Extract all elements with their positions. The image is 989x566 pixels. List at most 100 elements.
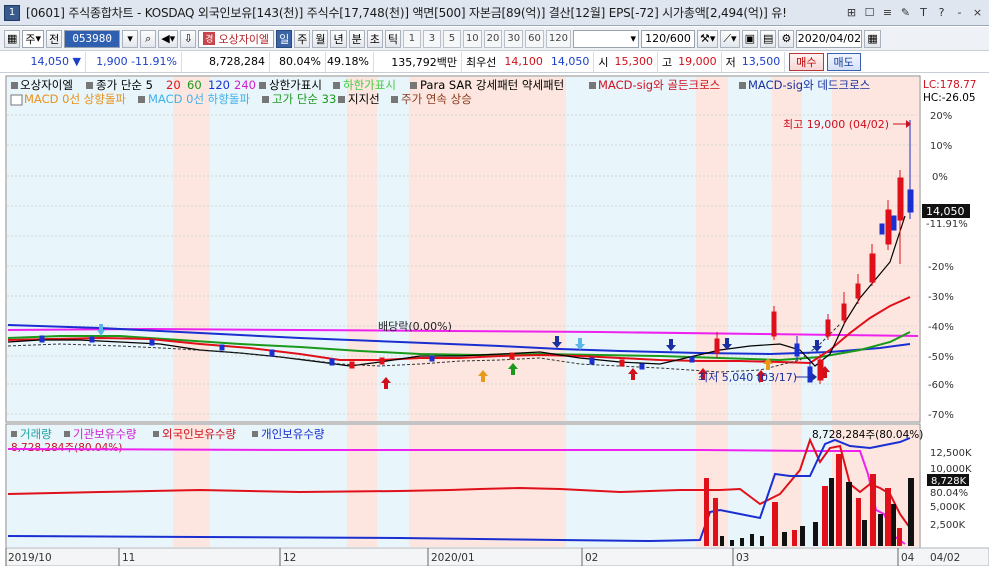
stock-name-field[interactable]: 경 오상자이엘 [198, 29, 275, 48]
legend-marker [64, 431, 70, 437]
interval-20[interactable]: 20 [483, 29, 503, 48]
top-legend-row2: MACD 0선 상향돌파 MACD 0선 하향돌파 고가 단순 33 지지선 주… [10, 92, 472, 106]
current-price-label: 14,050 [926, 205, 965, 218]
layout-icon[interactable]: ⊞ [844, 4, 859, 20]
x-label: 2019/10 [8, 552, 52, 564]
volume-pct: 80.04% [270, 51, 326, 72]
count-value: 120 [645, 32, 667, 45]
price-info-row: 14,050 ▼ 1,900 -11.91% 8,728,284 80.04% … [0, 51, 989, 73]
axis-tick: -30% [928, 292, 954, 303]
count-field[interactable]: 120/600 [640, 29, 695, 48]
close-icon[interactable]: × [970, 4, 985, 20]
turnover-pct: 49.18% [326, 51, 374, 72]
interval-120[interactable]: 120 [545, 29, 571, 48]
down-arrow-icon: ▼ [72, 55, 81, 68]
tool-icon[interactable]: ⚒▾ [696, 29, 719, 48]
code-dropdown-icon[interactable]: ▾ [122, 29, 139, 48]
legend-individual[interactable]: 개인보유수량 [261, 427, 325, 441]
legend-institution[interactable]: 기관보유수량 [73, 427, 137, 441]
legend-marker [11, 431, 17, 437]
period-month[interactable]: 월 [312, 29, 329, 48]
price-value: 14,050 [30, 55, 70, 68]
buy-button[interactable]: 매수 [789, 52, 824, 71]
legend-volume[interactable]: 거래량 [20, 427, 52, 441]
down-arrow-icon[interactable]: ⇩ [180, 29, 197, 48]
legend-marker [739, 82, 746, 89]
text-icon[interactable]: T [916, 4, 931, 20]
legend-para-sar[interactable]: Para SAR 강세패턴 약세패턴 [420, 78, 564, 92]
calendar-icon[interactable]: ▦ [864, 29, 881, 48]
interval-60[interactable]: 60 [525, 29, 544, 48]
legend-stock[interactable]: 오상자이엘 [20, 78, 73, 92]
interval-30[interactable]: 30 [504, 29, 524, 48]
interval-1[interactable]: 1 [402, 29, 421, 48]
warning-badge: 경 [203, 32, 216, 45]
legend-lower-limit[interactable]: 하한가표시 [343, 78, 396, 92]
axis-tick: -40% [928, 322, 954, 333]
legend-macd-golden[interactable]: MACD-sig와 골든크로스 [598, 78, 720, 92]
legend-consecutive-rise[interactable]: 주가 연속 상승 [401, 92, 472, 106]
vol-tick: 10,000K [930, 464, 972, 475]
legend-marker [259, 82, 266, 89]
period-year[interactable]: 년 [330, 29, 347, 48]
pen-icon[interactable]: ✎ [898, 4, 913, 20]
best-ask: 14,100 [504, 55, 543, 68]
interval-dropdown[interactable]: ▾ [572, 29, 639, 48]
interval-10[interactable]: 10 [462, 29, 482, 48]
legend-ma-20[interactable]: 20 [166, 78, 181, 92]
period-tick[interactable]: 틱 [384, 29, 401, 48]
x-label: 12 [283, 552, 296, 564]
prev-button[interactable]: 전 [46, 29, 63, 48]
x-label: 03 [736, 552, 749, 564]
x-label: 02 [585, 552, 598, 564]
menu-icon[interactable]: ≡ [880, 4, 895, 20]
title-bar: 1 [0601] 주식종합차트 - KOSDAQ 외국인보유[143(천)] 주… [0, 0, 989, 26]
settings-icon[interactable]: ⚙ [778, 29, 795, 48]
legend-ma-60[interactable]: 60 [187, 78, 202, 92]
speaker-icon[interactable]: ◀▾ [158, 29, 179, 48]
legend-foreign[interactable]: 외국인보유수량 [162, 427, 236, 441]
stock-code-input[interactable]: 053980 [64, 29, 121, 48]
grid-icon[interactable] [10, 94, 23, 106]
mode-select[interactable]: 주 ▾ [22, 29, 45, 48]
sell-button[interactable]: 매도 [826, 52, 861, 71]
dividend-annotation: 배당락(0.00%) [378, 320, 452, 333]
chart-type-icon[interactable]: ⟋▾ [720, 29, 740, 48]
x-label: 11 [122, 552, 135, 564]
legend-ma-120[interactable]: 120 [208, 78, 230, 92]
low-annotation: 최저 5,040 (03/17) [698, 371, 797, 384]
help-icon[interactable]: ? [934, 4, 949, 20]
interval-5[interactable]: 5 [442, 29, 461, 48]
legend-macd-dead[interactable]: MACD-sig와 데드크로스 [748, 78, 870, 92]
save-icon[interactable]: ▤ [760, 29, 777, 48]
legend-upper-limit[interactable]: 상한가표시 [269, 78, 322, 92]
search-icon[interactable]: ⌕ [140, 29, 157, 48]
current-price: 14,050 ▼ [0, 51, 86, 72]
volume-value: 8,728,284 [182, 51, 270, 72]
period-day[interactable]: 일 [276, 29, 293, 48]
period-minute[interactable]: 분 [348, 29, 365, 48]
chart-toolbar: ▦ 주 ▾ 전 053980 ▾ ⌕ ◀▾ ⇩ 경 오상자이엘 일 주 월 년 분… [0, 27, 989, 51]
minimize-icon[interactable]: - [952, 4, 967, 20]
legend-ma-240[interactable]: 240 [234, 78, 256, 92]
x-label: 04 [901, 552, 915, 564]
table-icon[interactable]: ▦ [4, 29, 21, 48]
stock-chart[interactable]: 오상자이엘 종가 단순 5 20 60 120 240 상한가표시 하한가표시 … [0, 74, 989, 566]
legend-ma-close[interactable]: 종가 단순 5 [96, 78, 153, 92]
lock-icon[interactable]: ▣ [741, 29, 758, 48]
legend-support[interactable]: 지지선 [348, 92, 380, 106]
date-field[interactable]: 2020/04/02 [796, 29, 863, 48]
axis-tick: -20% [928, 262, 954, 273]
current-pct-label: -11.91% [926, 219, 968, 230]
vol-tick: 5,000K [930, 502, 966, 513]
period-week[interactable]: 주 [294, 29, 311, 48]
interval-3[interactable]: 3 [422, 29, 441, 48]
mode-label: 주 [25, 32, 36, 46]
legend-high-ma[interactable]: 고가 단순 33 [272, 92, 336, 106]
chart-area[interactable]: 오상자이엘 종가 단순 5 20 60 120 240 상한가표시 하한가표시 … [0, 74, 989, 566]
legend-marker [11, 82, 18, 89]
window-icon[interactable]: ☐ [862, 4, 877, 20]
legend-macd-down[interactable]: MACD 0선 하향돌파 [148, 92, 250, 106]
period-second[interactable]: 초 [366, 29, 383, 48]
legend-macd-up[interactable]: MACD 0선 상향돌파 [24, 92, 126, 106]
